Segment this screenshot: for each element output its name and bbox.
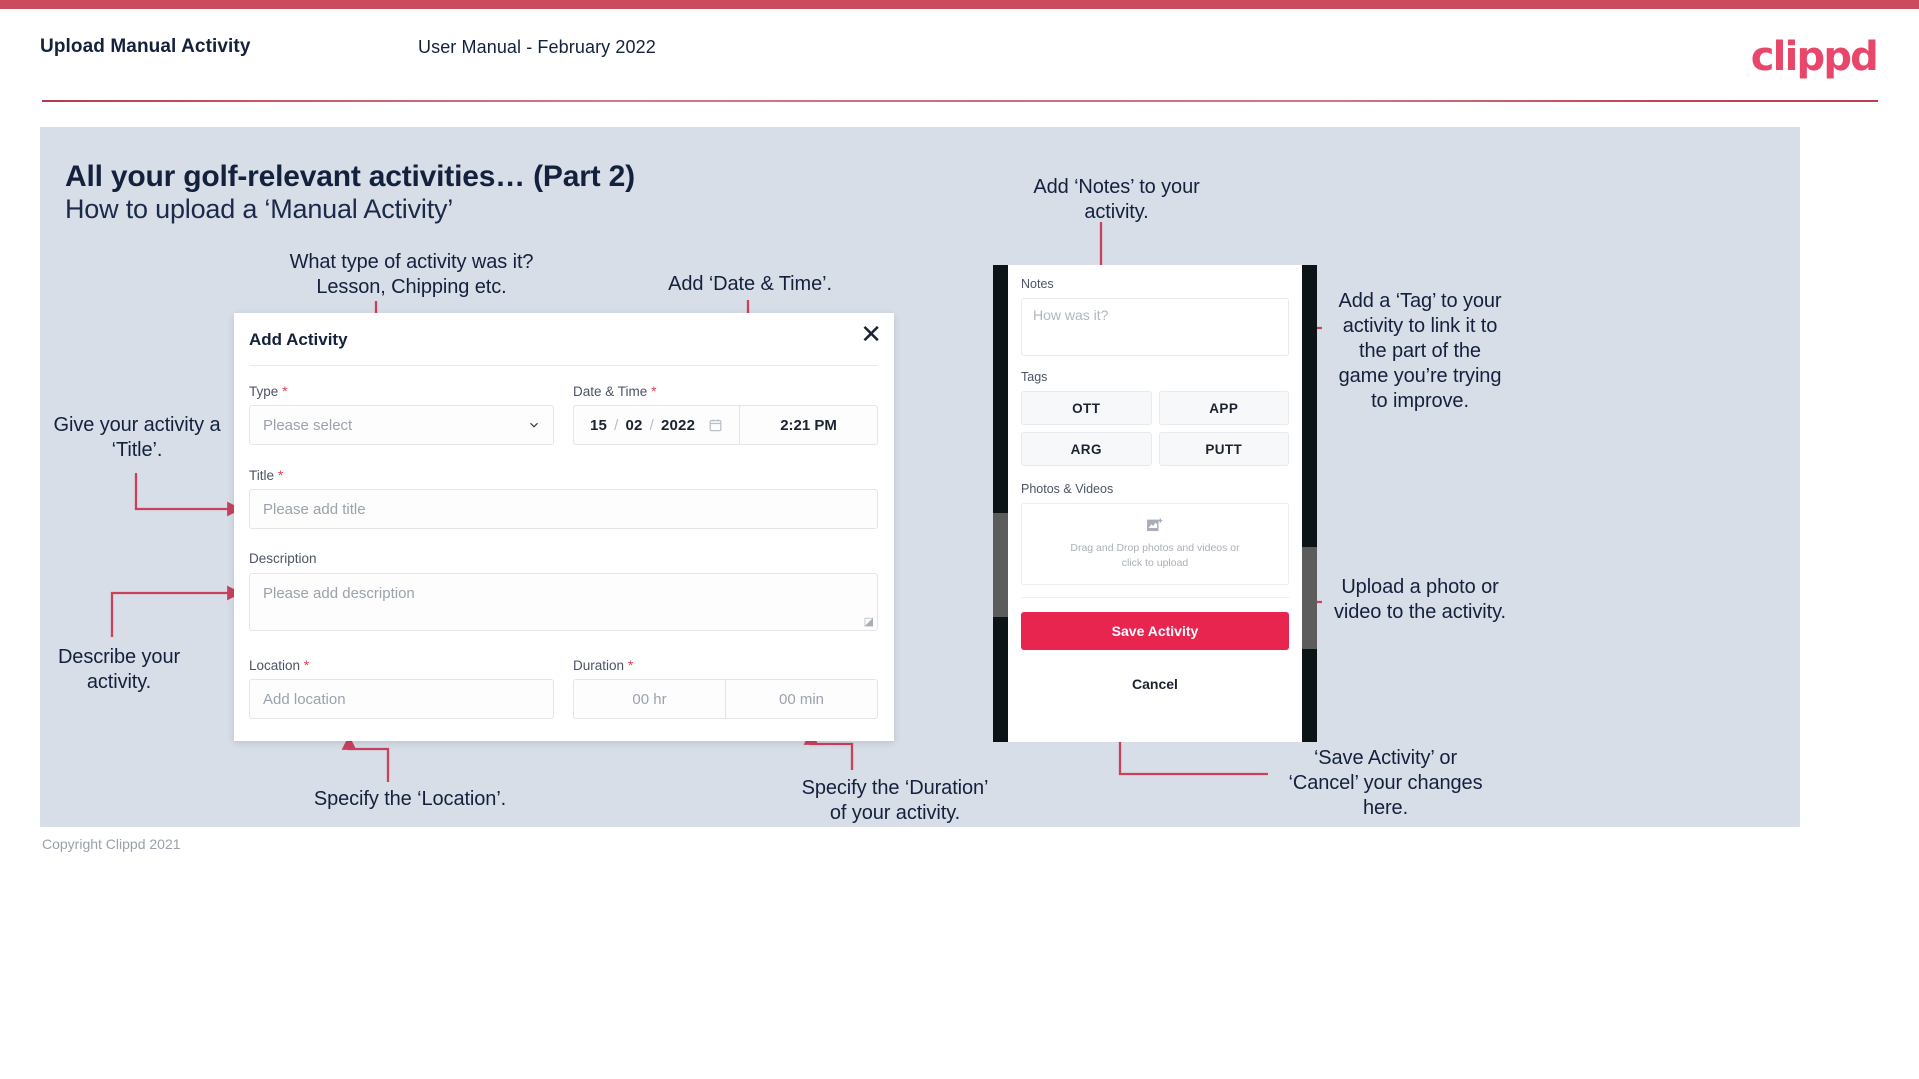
top-accent-bar bbox=[0, 0, 1919, 9]
title-input[interactable]: Please add title bbox=[249, 489, 878, 529]
duration-minutes-input[interactable]: 00 min bbox=[725, 680, 877, 718]
date-sep-2: / bbox=[649, 416, 654, 434]
page-title: Upload Manual Activity bbox=[40, 36, 251, 57]
phone-frame-right bbox=[1302, 265, 1317, 742]
title-label-text: Title bbox=[249, 468, 275, 483]
notes-placeholder: How was it? bbox=[1033, 307, 1109, 323]
date-year: 2022 bbox=[660, 416, 696, 434]
slide-title: All your golf-relevant activities… (Part… bbox=[65, 160, 635, 193]
resize-handle-icon[interactable]: ◪ bbox=[864, 615, 874, 628]
phone-volume-button-left bbox=[993, 513, 1008, 617]
required-marker: * bbox=[647, 383, 657, 399]
add-activity-dialog: Add Activity ✕ Type * Please select Date… bbox=[234, 313, 894, 741]
annotation-duration: Specify the ‘Duration’ of your activity. bbox=[801, 777, 989, 824]
tags-grid: OTT APP ARG PUTT bbox=[1021, 391, 1289, 466]
location-placeholder: Add location bbox=[263, 690, 346, 708]
duration-minutes-value: 00 min bbox=[778, 690, 825, 708]
dropzone-line-2: click to upload bbox=[1121, 556, 1189, 569]
type-select-value: Please select bbox=[263, 416, 353, 434]
calendar-icon[interactable] bbox=[708, 417, 723, 433]
notes-textarea[interactable]: How was it? bbox=[1021, 298, 1289, 356]
annotation-title: Give your activity a ‘Title’. bbox=[53, 414, 221, 461]
description-label-text: Description bbox=[249, 551, 317, 566]
save-activity-button[interactable]: Save Activity bbox=[1021, 612, 1289, 650]
annotation-save-cancel: ‘Save Activity’ or ‘Cancel’ your changes h… bbox=[1288, 747, 1483, 819]
datetime-group: 15 / 02 / 2022 2:21 PM bbox=[573, 405, 878, 445]
phone-screen: Notes How was it? Tags OTT APP ARG PUTT … bbox=[1008, 265, 1302, 742]
duration-label: Duration * bbox=[573, 657, 633, 673]
location-label: Location * bbox=[249, 657, 309, 673]
description-textarea[interactable]: Please add description ◪ bbox=[249, 573, 878, 631]
date-month: 02 bbox=[625, 416, 643, 434]
cancel-button[interactable]: Cancel bbox=[1021, 676, 1289, 692]
required-marker: * bbox=[278, 383, 288, 399]
annotation-tag: Add a ‘Tag’ to your activity to link it t… bbox=[1338, 290, 1502, 412]
slide-subtitle: How to upload a ‘Manual Activity’ bbox=[65, 194, 454, 224]
title-label: Title * bbox=[249, 467, 283, 483]
photo-dropzone[interactable]: Drag and Drop photos and videos or click… bbox=[1021, 503, 1289, 585]
photos-videos-label: Photos & Videos bbox=[1021, 482, 1114, 496]
dropzone-line-1: Drag and Drop photos and videos or bbox=[1070, 541, 1240, 554]
clippd-logo: clippd bbox=[1750, 34, 1879, 80]
close-icon[interactable]: ✕ bbox=[860, 322, 882, 348]
type-label-text: Type bbox=[249, 384, 279, 399]
duration-hours-value: 00 hr bbox=[632, 690, 667, 708]
time-value: 2:21 PM bbox=[780, 416, 837, 434]
phone-power-button-right bbox=[1302, 547, 1317, 649]
copyright-footer: Copyright Clippd 2021 bbox=[42, 836, 181, 852]
chevron-down-icon bbox=[530, 422, 538, 428]
required-marker: * bbox=[274, 467, 284, 483]
phone-frame-left bbox=[993, 265, 1008, 742]
annotation-location: Specify the ‘Location’. bbox=[313, 788, 507, 810]
tag-app[interactable]: APP bbox=[1158, 391, 1289, 425]
slide-root: Upload Manual Activity User Manual - Feb… bbox=[0, 0, 1919, 1079]
location-input[interactable]: Add location bbox=[249, 679, 554, 719]
tags-label: Tags bbox=[1021, 370, 1048, 384]
date-day: 15 bbox=[590, 416, 608, 434]
annotation-upload: Upload a photo or video to the activity. bbox=[1334, 576, 1506, 623]
duration-group: 00 hr 00 min bbox=[573, 679, 878, 719]
annotation-notes: Add ‘Notes’ to your activity. bbox=[1033, 176, 1200, 223]
header-divider bbox=[42, 100, 1878, 102]
add-image-icon bbox=[1146, 517, 1162, 531]
date-input[interactable]: 15 / 02 / 2022 bbox=[574, 406, 739, 444]
datetime-label-text: Date & Time bbox=[573, 384, 648, 399]
type-label: Type * bbox=[249, 383, 288, 399]
notes-label: Notes bbox=[1021, 277, 1054, 291]
phone-divider bbox=[1021, 597, 1289, 598]
dialog-title: Add Activity bbox=[249, 330, 348, 349]
annotation-date-time: Add ‘Date & Time’. bbox=[668, 273, 832, 295]
datetime-label: Date & Time * bbox=[573, 383, 657, 399]
annotation-description: Describe your activity. bbox=[57, 646, 181, 693]
date-sep-1: / bbox=[614, 416, 619, 434]
dropzone-text: Drag and Drop photos and videos or click… bbox=[1070, 541, 1239, 571]
time-input[interactable]: 2:21 PM bbox=[739, 406, 877, 444]
duration-hours-input[interactable]: 00 hr bbox=[574, 680, 725, 718]
required-marker: * bbox=[300, 657, 310, 673]
duration-label-text: Duration bbox=[573, 658, 625, 673]
dialog-divider bbox=[249, 365, 878, 366]
required-marker: * bbox=[624, 657, 634, 673]
tag-ott[interactable]: OTT bbox=[1021, 391, 1152, 425]
tag-putt[interactable]: PUTT bbox=[1158, 432, 1289, 466]
tag-arg[interactable]: ARG bbox=[1021, 432, 1152, 466]
phone-mockup: Notes How was it? Tags OTT APP ARG PUTT … bbox=[993, 265, 1317, 742]
annotation-type: What type of activity was it? Lesson, Chi… bbox=[289, 251, 534, 298]
description-label: Description bbox=[249, 551, 317, 566]
title-input-placeholder: Please add title bbox=[263, 500, 366, 518]
document-subtitle: User Manual - February 2022 bbox=[418, 37, 656, 57]
location-label-text: Location bbox=[249, 658, 301, 673]
description-placeholder: Please add description bbox=[263, 585, 415, 602]
type-select[interactable]: Please select bbox=[249, 405, 554, 445]
